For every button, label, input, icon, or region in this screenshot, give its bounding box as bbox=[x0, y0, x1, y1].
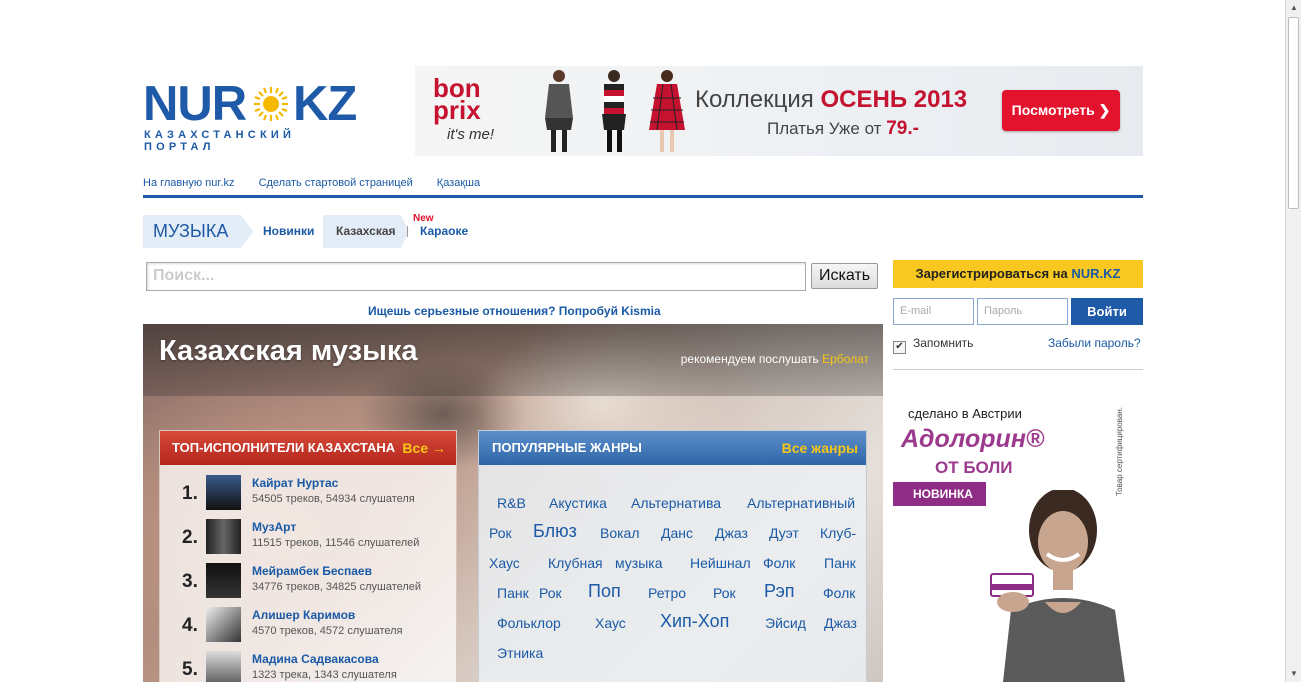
genre-link[interactable]: Клуб- bbox=[820, 525, 856, 541]
genre-link[interactable]: Рок bbox=[713, 585, 736, 601]
genre-link[interactable]: Акустика bbox=[549, 495, 607, 511]
list-item[interactable]: 1. Кайрат Нуртас 54505 треков, 54934 слу… bbox=[160, 475, 458, 515]
artist-avatar[interactable] bbox=[206, 651, 241, 682]
genre-link[interactable]: Дуэт bbox=[769, 525, 799, 541]
model-image bbox=[649, 70, 685, 152]
scrollbar-thumb[interactable] bbox=[1288, 17, 1299, 209]
genre-link[interactable]: Ретро bbox=[648, 585, 686, 601]
section-label: МУЗЫКА bbox=[143, 215, 253, 248]
artist-avatar[interactable] bbox=[206, 607, 241, 642]
logo-tagline: КАЗАХСТАНСКИЙ ПОРТАЛ bbox=[144, 129, 296, 153]
login-button[interactable]: Войти bbox=[1071, 298, 1143, 325]
genre-link[interactable]: Панк bbox=[497, 585, 529, 601]
page-title: Казахская музыка bbox=[159, 335, 418, 367]
artist-avatar[interactable] bbox=[206, 519, 241, 554]
scroll-up-icon[interactable]: ▲ bbox=[1286, 0, 1301, 16]
all-artists-link[interactable]: Все → bbox=[402, 431, 446, 465]
search-input[interactable]: Поиск... bbox=[146, 262, 806, 291]
adolorin-ad[interactable]: сделано в Австрии Адолорин® ОТ БОЛИ НОВИ… bbox=[893, 395, 1143, 682]
list-item[interactable]: 5. Мадина Садвакасова 1323 трека, 1343 с… bbox=[160, 651, 458, 682]
logo-text-nur: NUR bbox=[143, 77, 247, 131]
genre-link[interactable]: Этника bbox=[497, 645, 543, 661]
ad-brand: Адолорин® bbox=[901, 425, 1045, 453]
artist-avatar[interactable] bbox=[206, 563, 241, 598]
remember-me[interactable]: ✔ Запомнить bbox=[893, 336, 973, 354]
banner-view-button[interactable]: Посмотреть ❯ bbox=[1002, 90, 1120, 131]
genre-link[interactable]: Эйсид bbox=[765, 615, 806, 631]
woman-image bbox=[990, 490, 1125, 682]
tab-separator bbox=[407, 226, 408, 237]
popular-genres-header: ПОПУЛЯРНЫЕ ЖАНРЫ Все жанры bbox=[479, 431, 866, 465]
genre-link[interactable]: Альтернатива bbox=[631, 495, 721, 511]
genre-link[interactable]: Хаус bbox=[489, 555, 520, 571]
banner-title: Коллекция ОСЕНЬ 2013 bbox=[695, 86, 968, 113]
home-link[interactable]: На главную nur.kz bbox=[143, 177, 235, 189]
model-image bbox=[545, 70, 573, 152]
genre-link[interactable]: Хаус bbox=[595, 615, 626, 631]
header-divider bbox=[143, 195, 1143, 198]
list-item[interactable]: 4. Алишер Каримов 4570 треков, 4572 слуш… bbox=[160, 607, 458, 647]
model-image bbox=[602, 70, 626, 152]
genre-link[interactable]: Фолк bbox=[763, 555, 795, 571]
top-navigation: На главную nur.kz Сделать стартовой стра… bbox=[143, 177, 501, 189]
artist-name[interactable]: Кайрат Нуртас bbox=[252, 476, 338, 490]
genre-link[interactable]: Панк bbox=[824, 555, 856, 571]
email-field[interactable]: E-mail bbox=[893, 298, 974, 325]
kismia-promo-link[interactable]: Ищешь серьезные отношения? Попробуй Kism… bbox=[368, 304, 661, 318]
genre-link[interactable]: Поп bbox=[588, 581, 621, 602]
list-item[interactable]: 2. МузАрт 11515 треков, 11546 слушателей bbox=[160, 519, 458, 559]
artist-name[interactable]: Мадина Садвакасова bbox=[252, 652, 379, 666]
top-artists-header: ТОП-ИСПОЛНИТЕЛИ КАЗАХСТАНА Все → bbox=[160, 431, 456, 465]
ad-new-badge: НОВИНКА bbox=[893, 482, 986, 506]
tab-karaoke[interactable]: Караоке bbox=[420, 224, 468, 238]
bonprix-banner[interactable]: bon prix it's me! Коллекция ОСЕНЬ 2013 П… bbox=[415, 66, 1143, 156]
genre-link[interactable]: Нейшнал bbox=[690, 555, 751, 571]
register-button[interactable]: Зарегистрироваться на NUR.KZ bbox=[893, 260, 1143, 288]
hero-section: Казахская музыка рекомендуем послушать Е… bbox=[143, 324, 883, 682]
make-homepage-link[interactable]: Сделать стартовой страницей bbox=[259, 177, 413, 189]
genre-link[interactable]: R&B bbox=[497, 495, 526, 511]
all-genres-link[interactable]: Все жанры bbox=[782, 431, 858, 465]
genre-link[interactable]: Блюз bbox=[533, 521, 577, 542]
logo-text-kz: KZ bbox=[293, 77, 357, 131]
password-field[interactable]: Пароль bbox=[977, 298, 1068, 325]
genre-link[interactable]: Фолк bbox=[823, 585, 855, 601]
genre-link[interactable]: Вокал bbox=[600, 525, 640, 541]
popular-genres-panel: ПОПУЛЯРНЫЕ ЖАНРЫ Все жанры R&B Акустика … bbox=[478, 430, 867, 682]
genre-link[interactable]: Данс bbox=[661, 525, 693, 541]
tab-kazakh[interactable]: Казахская bbox=[336, 224, 396, 238]
search-button[interactable]: Искать bbox=[811, 263, 878, 289]
artist-name[interactable]: Мейрамбек Беспаев bbox=[252, 564, 372, 578]
top-artists-panel: ТОП-ИСПОЛНИТЕЛИ КАЗАХСТАНА Все → 1. Кайр… bbox=[159, 430, 457, 682]
vertical-scrollbar[interactable]: ▲ ▼ bbox=[1285, 0, 1301, 682]
genre-link[interactable]: музыка bbox=[615, 555, 662, 571]
artist-avatar[interactable] bbox=[206, 475, 241, 510]
sidebar-divider bbox=[893, 369, 1143, 370]
banner-subtitle: Платья Уже от 79.- bbox=[767, 118, 919, 139]
genre-link[interactable]: Клубная bbox=[548, 555, 603, 571]
genre-link[interactable]: Альтернативный bbox=[747, 495, 855, 511]
genre-link[interactable]: Рэп bbox=[764, 581, 795, 602]
recommendation: рекомендуем послушать Ерболат bbox=[680, 352, 869, 366]
bonprix-logo: bon prix it's me! bbox=[433, 73, 495, 143]
site-logo[interactable]: NUR KZ КАЗАХСТАНСКИЙ ПОРТАЛ bbox=[143, 77, 363, 153]
forgot-password-link[interactable]: Забыли пароль? bbox=[1048, 336, 1141, 350]
scroll-down-icon[interactable]: ▼ bbox=[1286, 666, 1301, 682]
tab-new-releases[interactable]: Новинки bbox=[263, 224, 314, 238]
artist-name[interactable]: Алишер Каримов bbox=[252, 608, 355, 622]
artist-name[interactable]: МузАрт bbox=[252, 520, 296, 534]
genre-link[interactable]: Рок bbox=[539, 585, 562, 601]
genre-link[interactable]: Рок bbox=[489, 525, 512, 541]
genre-link[interactable]: Джаз bbox=[824, 615, 857, 631]
remember-checkbox[interactable]: ✔ bbox=[893, 341, 906, 354]
list-item[interactable]: 3. Мейрамбек Беспаев 34776 треков, 34825… bbox=[160, 563, 458, 603]
recommended-artist-link[interactable]: Ерболат bbox=[822, 352, 869, 366]
genre-link[interactable]: Фольклор bbox=[497, 615, 561, 631]
sun-icon bbox=[254, 87, 288, 121]
genre-link[interactable]: Джаз bbox=[715, 525, 748, 541]
kazakh-language-link[interactable]: Қазақша bbox=[437, 177, 480, 189]
new-badge: New bbox=[413, 213, 434, 224]
genre-link[interactable]: Хип-Хоп bbox=[660, 611, 729, 632]
